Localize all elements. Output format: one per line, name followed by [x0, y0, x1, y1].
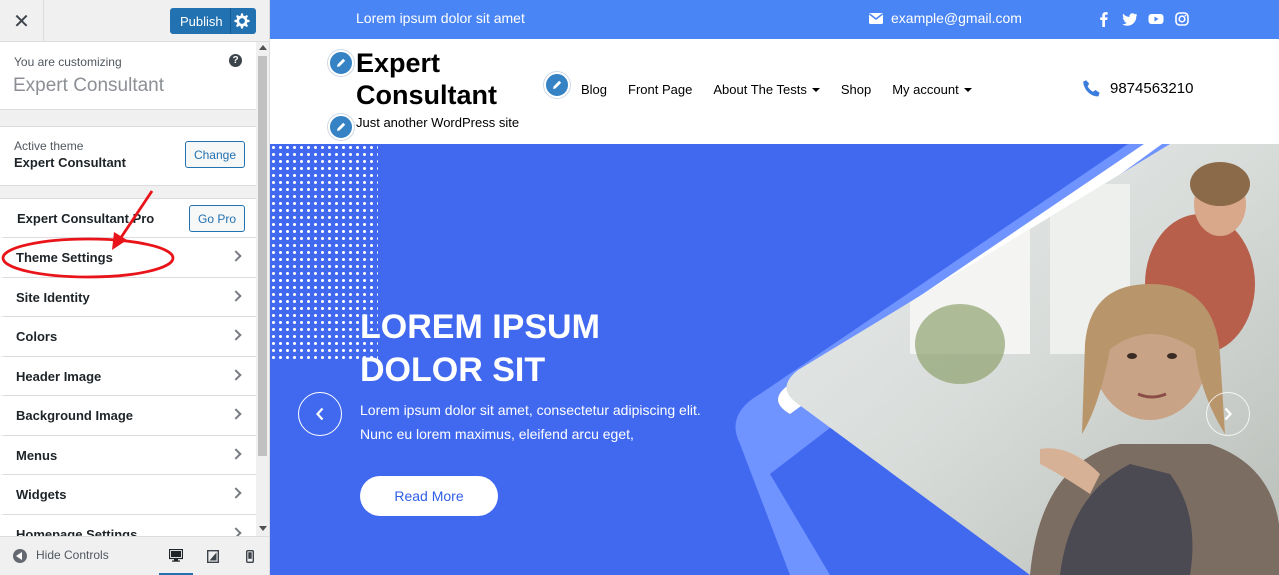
main-nav: Blog Front Page About The Tests Shop My …: [581, 82, 993, 97]
change-theme-button[interactable]: Change: [185, 141, 245, 168]
publish-separator: [230, 8, 231, 34]
chevron-right-icon: [230, 447, 242, 460]
chevron-right-icon: [230, 526, 242, 536]
close-icon: ✕: [13, 10, 30, 33]
slider-prev-button[interactable]: [298, 392, 342, 436]
section-label: Site Identity: [16, 289, 90, 305]
nav-label: Shop: [840, 82, 872, 97]
envelope-icon: [869, 12, 883, 24]
phone-icon: [1083, 80, 1100, 97]
slider-next-button[interactable]: [1206, 392, 1250, 436]
publish-button[interactable]: Publish: [170, 8, 256, 34]
site-title[interactable]: Expert Consultant: [356, 47, 526, 111]
edit-pencil-icon[interactable]: [544, 72, 570, 98]
gear-icon[interactable]: [234, 13, 250, 29]
go-pro-button[interactable]: Go Pro: [189, 205, 245, 232]
panel-scrollbar[interactable]: [256, 42, 269, 536]
section-label: Background Image: [16, 408, 134, 423]
section-label: Menus: [16, 447, 58, 463]
customizing-site-name: Expert Consultant: [13, 75, 165, 96]
nav-label: About The Tests: [713, 82, 807, 97]
section-background-image[interactable]: Background Image: [0, 395, 256, 435]
hide-controls-button[interactable]: Hide Controls: [36, 548, 109, 562]
publish-label: Publish: [180, 13, 223, 29]
nav-item-about-the-tests[interactable]: About The Tests: [713, 82, 820, 97]
customizer-sidebar: ✕ Publish You are customizing Expert Con…: [0, 0, 270, 575]
scroll-up-icon[interactable]: [259, 45, 267, 50]
chevron-right-icon: [230, 487, 242, 499]
hero-slider: LOREM IPSUM DOLOR SIT Lorem ipsum dolor …: [270, 144, 1279, 575]
nav-item-my-account[interactable]: My account: [892, 82, 972, 97]
desktop-icon[interactable]: [159, 537, 193, 575]
customizing-label: You are customizing: [14, 55, 122, 69]
section-menus[interactable]: Menus: [0, 434, 256, 474]
section-colors[interactable]: Colors: [0, 316, 256, 356]
nav-item-blog[interactable]: Blog: [581, 82, 607, 97]
email-text: example@gmail.com: [891, 10, 1022, 26]
phone-contact[interactable]: 9874563210: [1082, 79, 1193, 98]
close-customizer-button[interactable]: ✕: [0, 0, 44, 42]
section-theme-settings[interactable]: Theme Settings: [0, 237, 256, 277]
site-header: Expert Consultant Just another WordPress…: [270, 39, 1279, 144]
facebook-icon[interactable]: [1096, 11, 1112, 27]
section-list: Theme Settings Site Identity Colors Head…: [0, 237, 256, 536]
pro-section: Expert Consultant Pro Go Pro: [0, 198, 256, 237]
tablet-icon[interactable]: [196, 537, 230, 575]
social-icons: [1096, 11, 1190, 27]
hero-text: Lorem ipsum dolor sit amet, consectetur …: [360, 402, 701, 442]
section-widgets[interactable]: Widgets: [0, 474, 256, 514]
youtube-icon[interactable]: [1148, 11, 1164, 27]
chevron-right-icon: [230, 289, 242, 302]
chevron-right-icon: [230, 408, 242, 420]
instagram-icon[interactable]: [1174, 11, 1190, 27]
section-site-identity[interactable]: Site Identity: [0, 276, 256, 316]
nav-item-front-page[interactable]: Front Page: [628, 82, 692, 97]
hero-title: LOREM IPSUM DOLOR SIT: [360, 308, 600, 389]
top-bar: Lorem ipsum dolor sit amet example@gmail…: [270, 0, 1279, 39]
chevron-right-icon: [230, 250, 242, 262]
site-tagline: Just another WordPress site: [356, 115, 520, 130]
customizing-info: You are customizing Expert Consultant ?: [0, 42, 256, 110]
read-more-button[interactable]: Read More: [360, 476, 498, 516]
section-label: Widgets: [16, 487, 67, 502]
site-preview: Lorem ipsum dolor sit amet example@gmail…: [270, 0, 1279, 575]
section-label: Theme Settings: [16, 250, 113, 265]
section-header-image[interactable]: Header Image: [0, 355, 256, 395]
edit-pencil-icon[interactable]: [328, 50, 354, 76]
edit-pencil-icon[interactable]: [328, 114, 354, 140]
twitter-icon[interactable]: [1122, 11, 1138, 27]
pro-section-label: Expert Consultant Pro: [17, 211, 155, 226]
phone-number: 9874563210: [1110, 80, 1194, 97]
nav-label: Front Page: [628, 82, 693, 97]
email-contact[interactable]: example@gmail.com: [869, 10, 1022, 26]
scrollbar-thumb[interactable]: [258, 56, 267, 456]
chevron-right-icon: [230, 329, 242, 341]
customizer-footer: Hide Controls: [0, 536, 269, 575]
section-label: Colors: [16, 329, 58, 344]
nav-label: My account: [892, 82, 959, 97]
customizer-header: ✕ Publish: [0, 0, 269, 42]
section-label: Homepage Settings: [16, 526, 138, 537]
section-label: Header Image: [16, 368, 102, 384]
nav-label: Blog: [581, 82, 608, 97]
chevron-right-icon: [1224, 407, 1232, 421]
chevron-left-icon: [316, 407, 324, 421]
scroll-down-icon[interactable]: [259, 526, 267, 531]
active-theme-panel: Active theme Expert Consultant Change: [0, 126, 256, 186]
help-icon[interactable]: ?: [229, 54, 242, 67]
customizer-panel: You are customizing Expert Consultant ? …: [0, 42, 256, 536]
nav-item-shop[interactable]: Shop: [841, 82, 871, 97]
collapse-arrow-icon[interactable]: [13, 549, 27, 563]
active-theme-name: Expert Consultant: [14, 155, 126, 170]
active-theme-label: Active theme: [14, 139, 84, 153]
topbar-text: Lorem ipsum dolor sit amet: [356, 10, 525, 26]
section-homepage-settings[interactable]: Homepage Settings: [0, 513, 256, 537]
mobile-icon[interactable]: [233, 537, 267, 575]
chevron-right-icon: [230, 368, 242, 381]
caret-down-icon: [963, 87, 972, 92]
caret-down-icon: [811, 87, 820, 92]
